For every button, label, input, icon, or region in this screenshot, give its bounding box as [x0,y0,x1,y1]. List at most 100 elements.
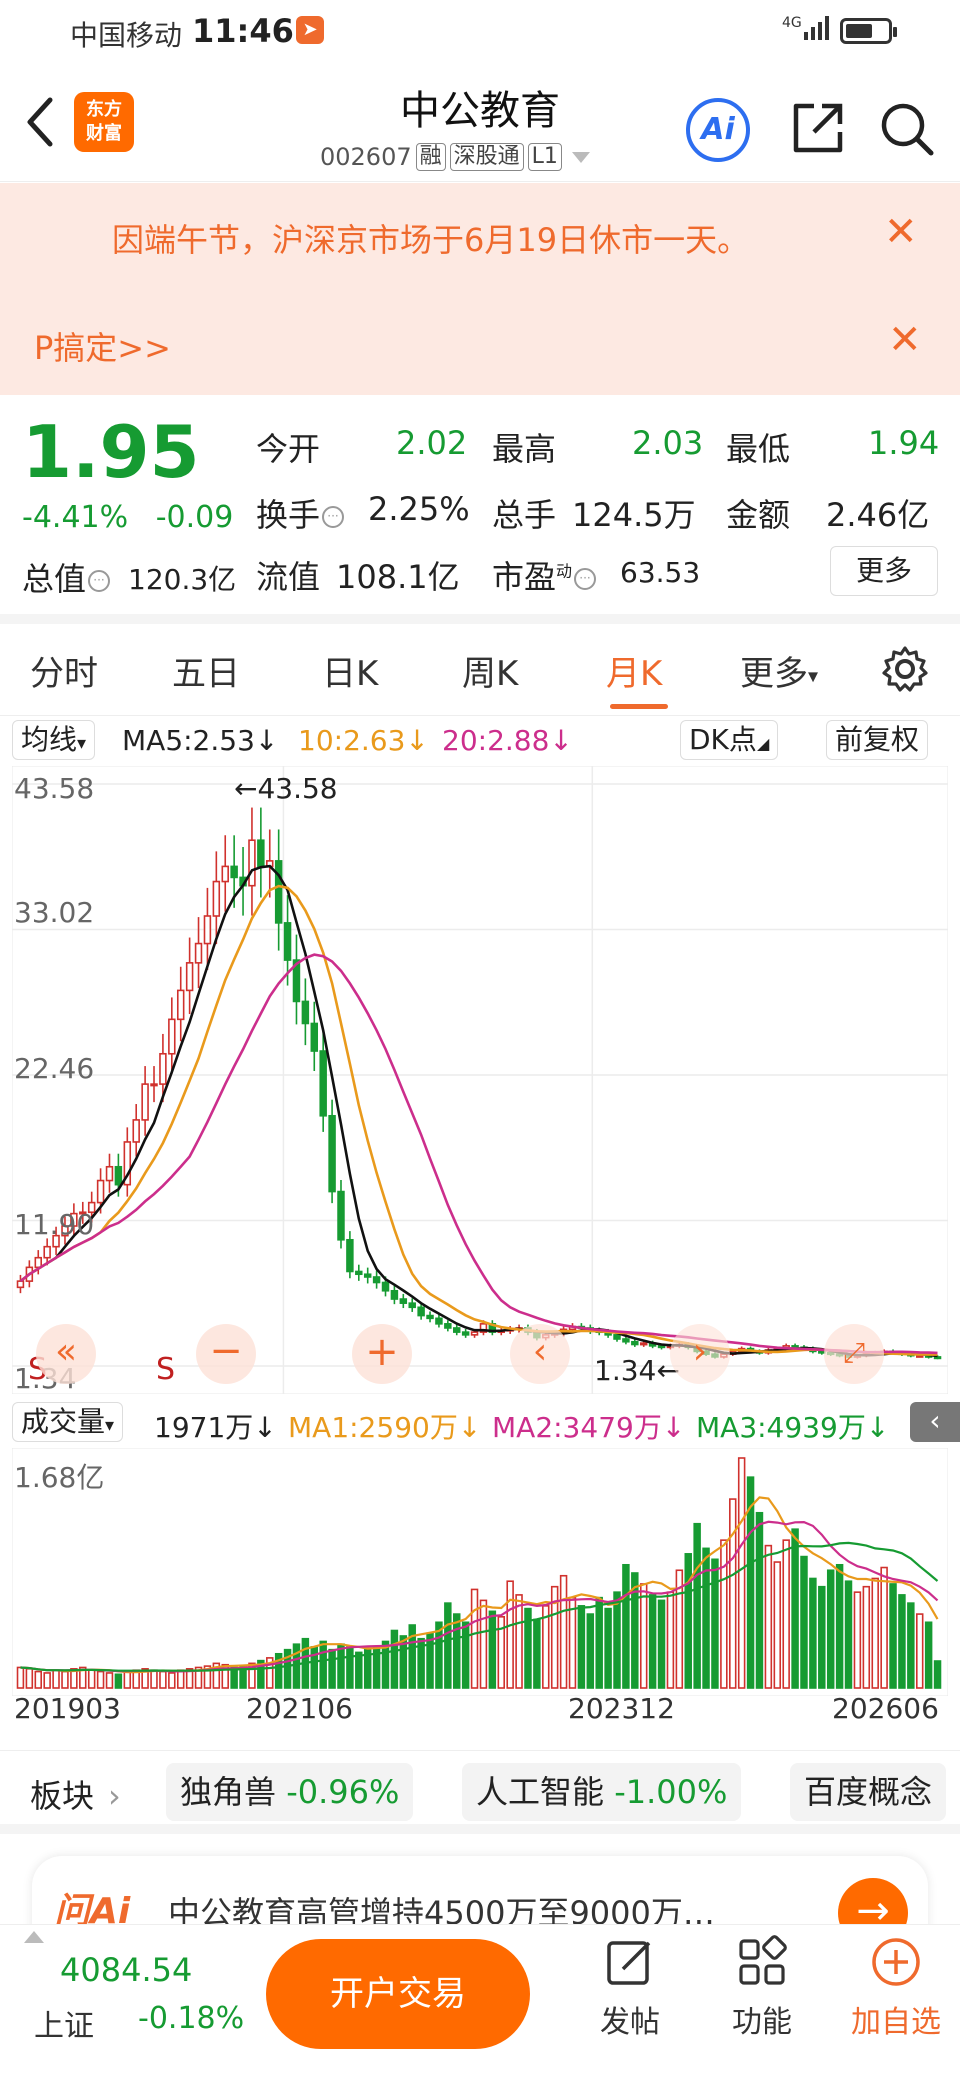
candle-body [159,1052,167,1085]
volume-bar [835,1563,844,1689]
min-price-marker: 1.34← [594,1354,680,1387]
sector-chip-baidu[interactable]: 百度概念 [790,1763,947,1821]
active-tab-indicator [610,704,668,709]
candle-body [43,1245,51,1259]
candle-body [319,1050,327,1117]
vol-ma1-value: MA1:2590万↓ [288,1411,482,1444]
tab-intraday[interactable]: 分时 [30,646,98,695]
volume-bar [328,1648,336,1689]
tag-connect: 深股通 [449,143,524,171]
index-name: 上证 [34,2009,94,2044]
sector-label[interactable]: 板块 › [30,1771,121,1817]
y-label-2: 33.02 [14,896,95,929]
scroll-left-icon[interactable]: « [36,1324,96,1384]
info-icon[interactable]: ··· [88,570,111,592]
volume-bar [791,1528,799,1689]
candle-body [185,962,194,992]
tab-daily-k[interactable]: 日K [322,646,378,695]
prev-icon[interactable]: ‹ [510,1324,570,1384]
quote-panel: 1.95 -4.41% -0.09 今开 2.02 最高 2.03 最低 1.9… [0,396,960,624]
collapse-panel-icon[interactable]: ‹ [910,1402,960,1442]
notification-app-icon: ➤ [296,16,324,44]
x-label-1: 201903 [14,1692,121,1725]
volume-bar [292,1643,301,1689]
tab-monthly-k[interactable]: 月K [606,646,662,695]
volume-bar [809,1577,817,1689]
close-icon[interactable]: ✕ [884,209,918,255]
candle-body [461,1331,470,1336]
function-button[interactable]: 功能 [712,1935,812,2041]
volume-indicator-select[interactable]: 成交量▾ [12,1402,124,1442]
caret-down-icon: ▾ [808,663,819,688]
x-label-3: 202312 [568,1692,675,1725]
add-watchlist-button[interactable]: 加自选 [846,1935,946,2041]
tab-five-day[interactable]: 五日 [172,646,240,695]
stock-code-row[interactable]: 002607 融 深股通 L1 [320,140,590,174]
zoom-out-icon[interactable]: − [196,1324,256,1384]
indicator-select[interactable]: 均线▾ [12,720,96,760]
tab-weekly-k[interactable]: 周K [462,646,518,695]
sector-chip-ai[interactable]: 人工智能 -1.00% [462,1763,742,1821]
candle-body [212,880,221,917]
volume-bar [773,1561,782,1689]
volume-bar [319,1640,327,1689]
index-value[interactable]: 4084.54 [60,1951,192,1989]
open-account-trade-button[interactable]: 开户交易 [266,1939,530,2049]
tag-margin: 融 [415,143,446,171]
volume-bar [337,1643,345,1689]
volume-bar [105,1672,114,1689]
gear-icon[interactable] [880,644,930,694]
volume-bar [43,1672,51,1689]
next-icon[interactable]: › [670,1324,730,1384]
k-line-chart[interactable] [12,766,948,1394]
ma5-value: MA5:2.53↓ [122,724,279,757]
bottom-bar: 4084.54 上证 -0.18% 开户交易 发帖 功能 加自选 [0,1924,960,2080]
volume-bar [150,1669,158,1689]
amount-value: 2.46亿 [826,496,930,534]
amount-label: 金额 [726,496,791,534]
back-icon[interactable] [20,92,60,152]
dk-point-button[interactable]: DK点◢ [680,720,779,760]
candle-body [257,839,265,868]
high-label: 最高 [492,430,557,468]
volume-bar [907,1602,915,1689]
mcap-value: 120.3亿 [128,563,237,596]
eastmoney-logo-icon[interactable]: 东方 财富 [74,92,134,152]
volume-bar [729,1498,737,1689]
price-adjust-button[interactable]: 前复权 [826,720,929,760]
info-icon[interactable]: ··· [322,506,345,528]
tab-more[interactable]: 更多▾ [740,646,818,695]
volume-bar [604,1607,612,1689]
post-button[interactable]: 发帖 [580,1935,680,2041]
candle-body [310,1022,319,1052]
fullscreen-icon[interactable]: ⤢ [824,1324,884,1384]
candle-body [328,1114,336,1193]
vol-ma3-value: MA3:4939万↓ [696,1411,890,1444]
candle-body [933,1356,942,1360]
sector-chip-unicorn[interactable]: 独角兽 -0.96% [166,1763,414,1821]
candle-body [141,1083,149,1121]
more-quote-button[interactable]: 更多 [830,546,938,596]
ai-button[interactable]: Ai [686,98,750,162]
candle-body [150,1083,158,1087]
volume-bar [924,1621,933,1689]
share-icon[interactable] [788,98,848,158]
holiday-notice-text[interactable]: 因端午节，沪深京市场于6月19日休市一天。 [112,215,749,261]
search-icon[interactable] [876,98,936,158]
volume-chart[interactable] [12,1448,948,1696]
tag-level: L1 [527,143,562,171]
signal-s-marker: S [156,1352,176,1387]
ma-legend-row: 均线▾ MA5:2.53↓ 10:2.63↓ 20:2.88↓ DK点◢ 前复权 [0,716,960,764]
grid-icon [739,1935,787,1985]
volume-bar [880,1566,888,1689]
open-value: 2.02 [396,424,468,462]
chevron-up-icon[interactable] [24,1931,44,1943]
volume-bar [346,1646,354,1689]
promo-notice-text[interactable]: P搞定>> [34,323,171,369]
info-icon[interactable]: ··· [574,568,597,590]
zoom-in-icon[interactable]: + [352,1324,412,1384]
float-value: 108.1亿 [336,558,460,596]
volume-bar [639,1583,648,1689]
candle-body [372,1276,381,1284]
close-icon[interactable]: ✕ [888,317,922,363]
